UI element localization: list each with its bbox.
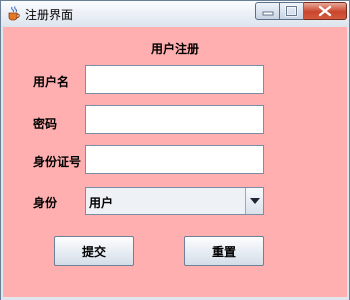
identity-select[interactable]: 用户 — [85, 187, 264, 215]
java-coffee-cup-icon — [6, 5, 22, 21]
title-bar[interactable]: 注册界面 — [1, 1, 349, 27]
minimize-icon — [262, 11, 274, 16]
close-icon — [318, 5, 332, 17]
register-window: 注册界面 用户注册 用户名 密码 身份证号 身份 用户 提交 重置 — [0, 0, 350, 300]
maximize-button[interactable] — [280, 2, 304, 20]
close-button[interactable] — [304, 2, 347, 20]
submit-button[interactable]: 提交 — [54, 236, 134, 266]
minimize-button[interactable] — [255, 2, 280, 20]
id-number-label: 身份证号 — [33, 155, 82, 169]
form-heading: 用户注册 — [150, 42, 199, 56]
password-label: 密码 — [33, 117, 58, 131]
username-input[interactable] — [85, 65, 264, 94]
reset-button[interactable]: 重置 — [184, 236, 264, 266]
window-title: 注册界面 — [25, 8, 74, 22]
chevron-down-icon — [250, 198, 260, 204]
identity-selected-value: 用户 — [89, 196, 114, 210]
identity-label: 身份 — [33, 196, 58, 210]
password-input[interactable] — [85, 105, 264, 134]
username-label: 用户名 — [33, 75, 70, 89]
id-number-input[interactable] — [85, 145, 264, 174]
form-panel: 用户注册 用户名 密码 身份证号 身份 用户 提交 重置 — [3, 27, 347, 297]
maximize-icon — [285, 5, 298, 17]
identity-dropdown-button[interactable] — [245, 188, 263, 214]
